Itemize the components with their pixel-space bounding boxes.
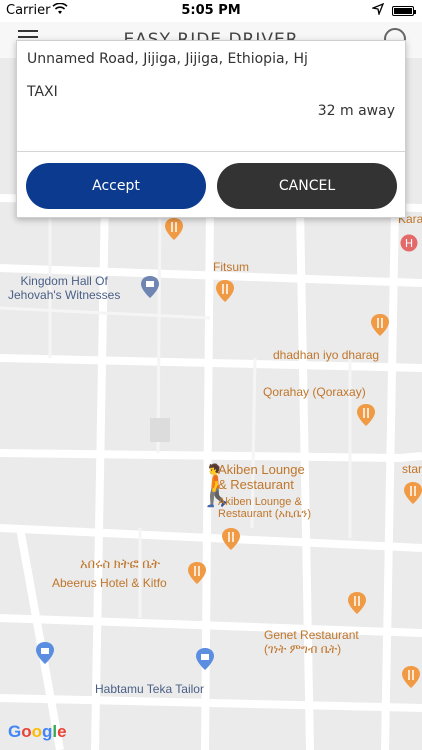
cancel-button[interactable]: CANCEL: [217, 163, 397, 209]
restaurant-pin-icon[interactable]: [348, 592, 366, 614]
accept-button[interactable]: Accept: [26, 163, 206, 209]
poi-star[interactable]: star: [402, 462, 422, 476]
ride-request-dialog: Unnamed Road, Jijiga, Jijiga, Ethiopia, …: [16, 40, 406, 218]
restaurant-pin-icon[interactable]: [402, 666, 420, 688]
restaurant-pin-icon[interactable]: [222, 528, 240, 550]
restaurant-pin-icon[interactable]: [188, 562, 206, 584]
location-arrow-icon: [370, 2, 385, 19]
shopping-pin-icon[interactable]: [36, 642, 54, 664]
distance-label: 32 m away: [317, 103, 395, 119]
svg-text:H: H: [405, 237, 413, 250]
poi-dhadhan[interactable]: dhadhan iyo dharag: [273, 348, 379, 362]
hospital-icon[interactable]: H: [400, 234, 418, 256]
restaurant-pin-icon[interactable]: [404, 482, 422, 504]
poi-genet[interactable]: Genet Restaurant (ገነት ምግብ ቤት): [264, 628, 359, 657]
google-logo: Google: [8, 722, 67, 741]
poi-akiben[interactable]: Akiben Lounge & Restaurant: [218, 462, 305, 492]
status-time: 5:05 PM: [181, 3, 241, 18]
place-of-worship-icon[interactable]: [141, 276, 159, 298]
poi-habtamu[interactable]: Habtamu Teka Tailor: [95, 682, 204, 696]
restaurant-pin-icon[interactable]: [216, 280, 234, 302]
restaurant-pin-icon[interactable]: [165, 218, 183, 240]
shopping-pin-icon[interactable]: [196, 648, 214, 670]
poi-abeerus[interactable]: Abeerus Hotel & Kitfo: [52, 576, 167, 590]
service-type: TAXI: [27, 84, 58, 100]
poi-abeerus-amh[interactable]: አበሩስ ክትፎ ቤት: [80, 556, 160, 572]
restaurant-pin-icon[interactable]: [357, 404, 375, 426]
poi-qorahay[interactable]: Qorahay (Qoraxay): [263, 385, 366, 399]
battery-icon: [392, 6, 416, 16]
poi-fitsum[interactable]: Fitsum: [213, 260, 249, 274]
poi-kingdom-hall[interactable]: Kingdom Hall Of Jehovah's Witnesses: [8, 274, 120, 302]
pickup-address: Unnamed Road, Jijiga, Jijiga, Ethiopia, …: [27, 51, 308, 67]
restaurant-pin-icon[interactable]: [371, 314, 389, 336]
poi-akiben-amh[interactable]: Akiben Lounge & Restaurant (አኪቤን): [218, 496, 311, 521]
divider: [17, 151, 405, 152]
status-bar: Carrier 5:05 PM: [0, 0, 422, 22]
